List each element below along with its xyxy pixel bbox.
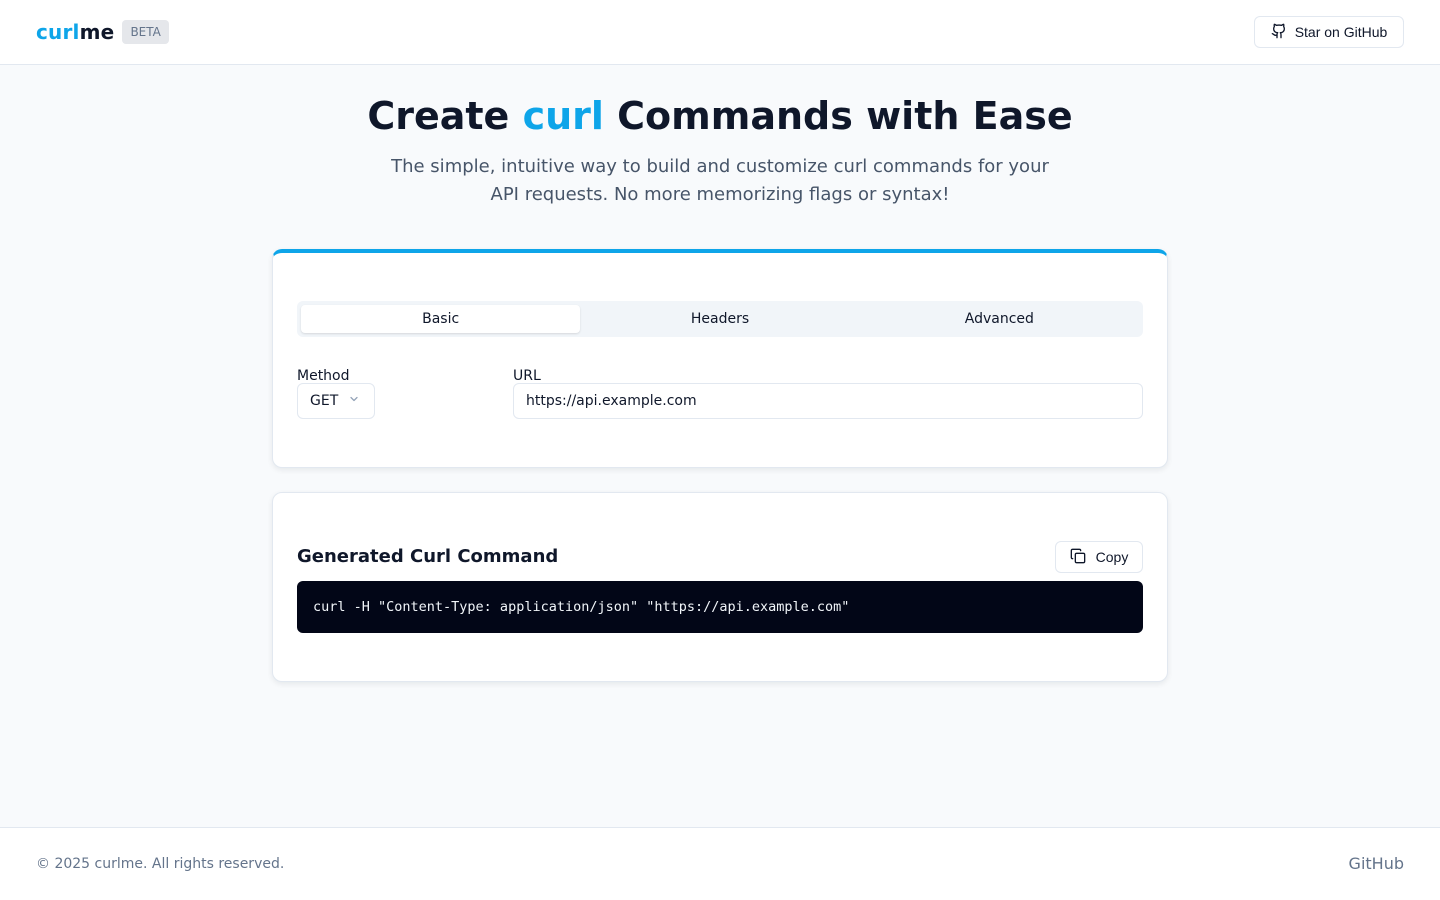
tab-basic[interactable]: Basic — [301, 305, 581, 333]
footer: © 2025 curlme. All rights reserved. GitH… — [0, 827, 1440, 900]
star-on-github-button[interactable]: Star on GitHub — [1254, 16, 1404, 48]
footer-github-link[interactable]: GitHub — [1349, 854, 1404, 873]
title-pre: Create — [367, 94, 523, 138]
method-value: GET — [310, 393, 339, 409]
github-icon — [1271, 23, 1287, 42]
copyright-text: © 2025 curlme. All rights reserved. — [36, 856, 285, 872]
method-select[interactable]: GET — [297, 383, 375, 419]
copy-icon — [1070, 548, 1086, 567]
page-subtitle: The simple, intuitive way to build and c… — [391, 156, 1049, 205]
title-post: Commands with Ease — [603, 94, 1073, 138]
brand-rest-text: me — [79, 20, 115, 44]
top-navbar: curlme BETA Star on GitHub — [0, 0, 1440, 65]
method-label: Method — [297, 368, 350, 384]
brand-accent-text: curl — [36, 20, 80, 44]
url-input[interactable] — [513, 383, 1143, 419]
beta-badge: BETA — [122, 20, 169, 44]
page-title: Create curl Commands with Ease — [0, 92, 1440, 140]
tab-headers[interactable]: Headers — [580, 305, 859, 333]
chevron-down-icon — [348, 393, 360, 409]
tab-advanced[interactable]: Advanced — [860, 305, 1139, 333]
star-on-github-label: Star on GitHub — [1294, 24, 1388, 40]
copy-button[interactable]: Copy — [1055, 541, 1143, 573]
output-card: Generated Curl Command Copy curl -H "Con… — [272, 492, 1168, 682]
copy-label: Copy — [1095, 549, 1129, 565]
brand-logo: curlme — [36, 20, 114, 44]
url-label: URL — [513, 368, 541, 384]
curl-command-text: curl -H "Content-Type: application/json"… — [313, 599, 850, 615]
tab-list: Basic Headers Advanced — [297, 301, 1143, 337]
curl-command-output[interactable]: curl -H "Content-Type: application/json"… — [297, 581, 1143, 633]
request-builder-card: Basic Headers Advanced Method GET URL — [272, 249, 1168, 468]
title-accent: curl — [522, 94, 604, 138]
output-title: Generated Curl Command — [297, 546, 559, 567]
page: curlme BETA Star on GitHub Create curl C… — [0, 0, 1440, 900]
brand[interactable]: curlme BETA — [36, 20, 169, 44]
